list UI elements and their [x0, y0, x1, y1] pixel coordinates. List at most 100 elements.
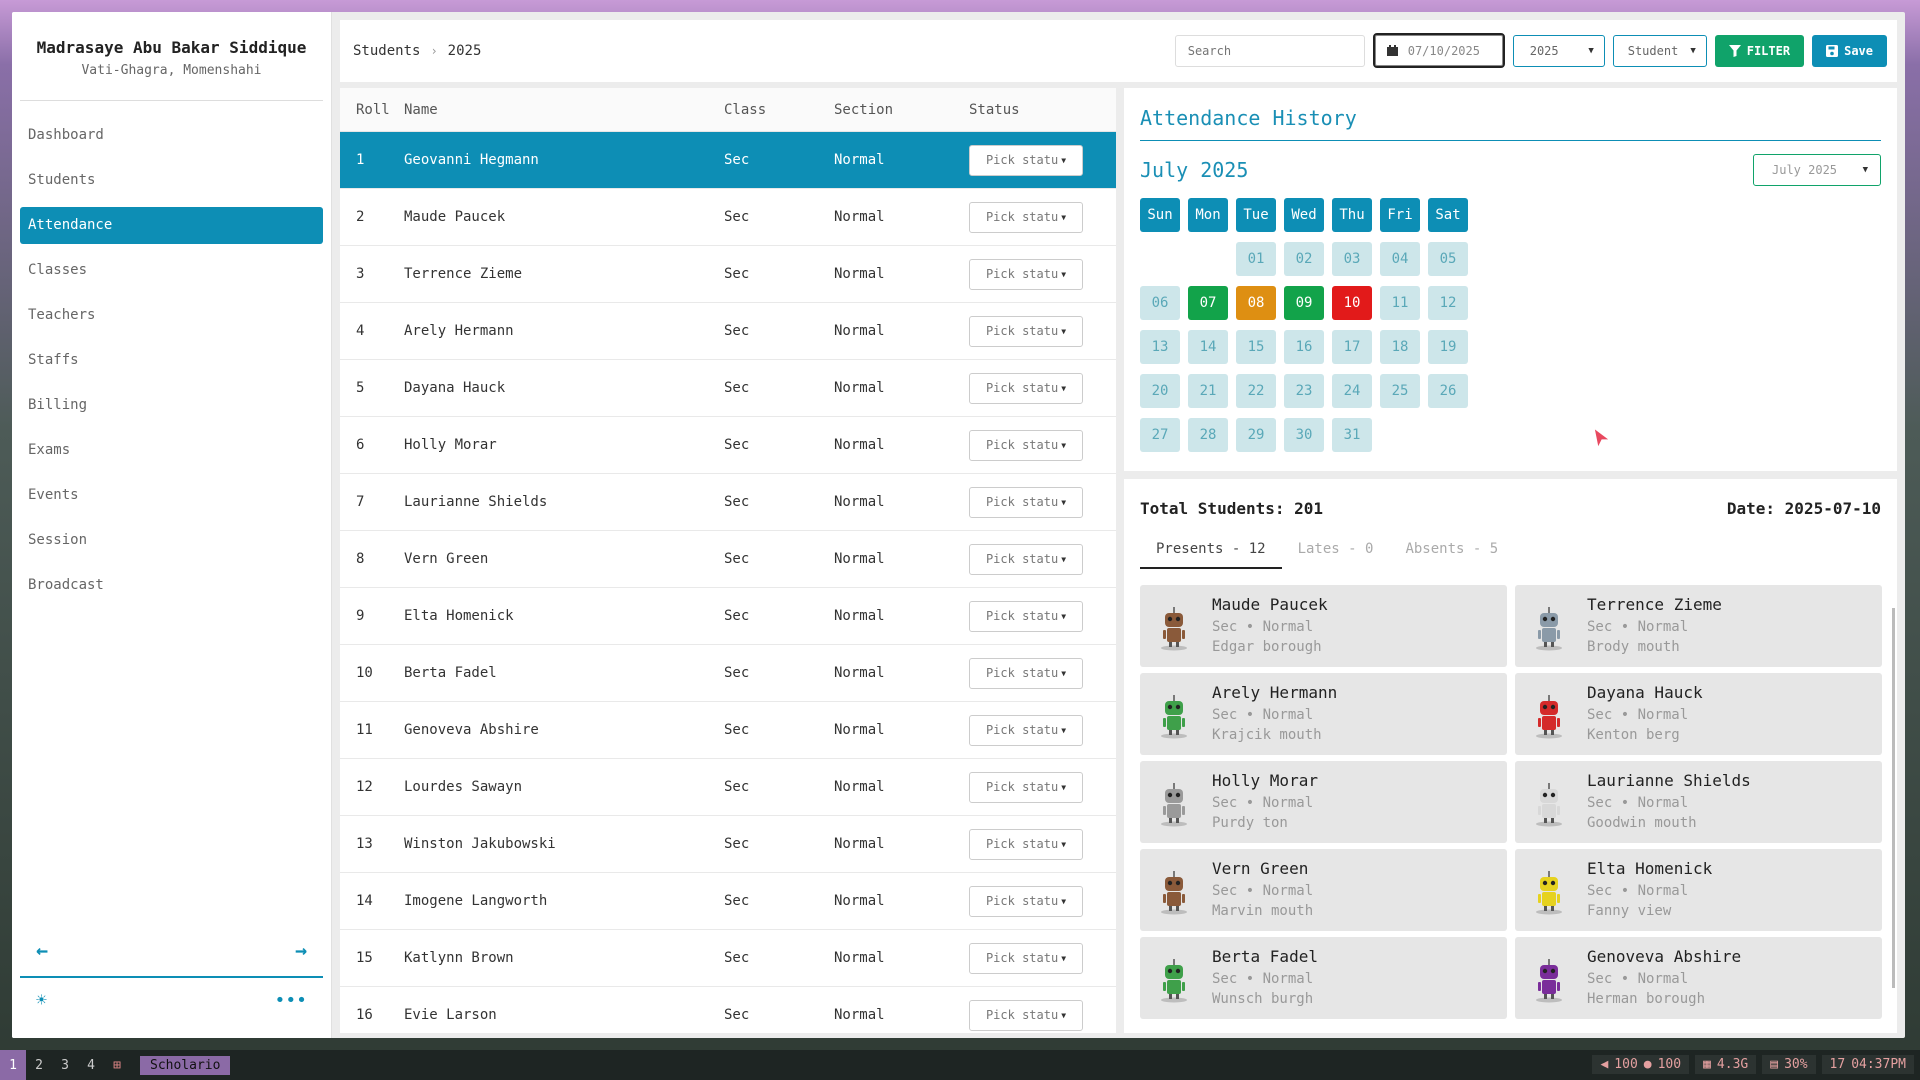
table-row[interactable]: 5 Dayana Hauck Sec Normal Pick statu ▼: [340, 360, 1116, 417]
calendar-day[interactable]: 05: [1428, 242, 1468, 276]
active-app-label[interactable]: Scholario: [140, 1055, 231, 1075]
save-button[interactable]: Save: [1812, 34, 1887, 67]
arrow-left-icon[interactable]: ←: [36, 938, 48, 962]
student-card[interactable]: Laurianne Shields Sec • Normal Goodwin mou…: [1515, 761, 1882, 843]
scrollbar[interactable]: [1892, 608, 1895, 988]
status-select[interactable]: Pick statu ▼: [969, 315, 1083, 347]
sidebar-item-events[interactable]: Events: [20, 477, 323, 514]
calendar-day[interactable]: 07: [1188, 286, 1228, 320]
sidebar-item-staffs[interactable]: Staffs: [20, 342, 323, 379]
calendar-day[interactable]: 11: [1380, 286, 1420, 320]
student-card[interactable]: Holly Morar Sec • Normal Purdy ton: [1140, 761, 1507, 843]
calendar-day[interactable]: 23: [1284, 374, 1324, 408]
status-select[interactable]: Pick statu ▼: [969, 600, 1083, 632]
status-select[interactable]: Pick statu ▼: [969, 258, 1083, 290]
calendar-day[interactable]: 01: [1236, 242, 1276, 276]
calendar-day[interactable]: 12: [1428, 286, 1468, 320]
student-card[interactable]: Dayana Hauck Sec • Normal Kenton berg: [1515, 673, 1882, 755]
status-select[interactable]: Pick statu ▼: [969, 942, 1083, 974]
student-card[interactable]: Elta Homenick Sec • Normal Fanny view: [1515, 849, 1882, 931]
workspace-3[interactable]: 3: [52, 1050, 78, 1080]
column-header-section[interactable]: Section: [834, 102, 969, 118]
column-header-name[interactable]: Name: [404, 102, 724, 118]
table-row[interactable]: 14 Imogene Langworth Sec Normal Pick statu ▼: [340, 873, 1116, 930]
calendar-day[interactable]: 29: [1236, 418, 1276, 452]
workspace-2[interactable]: 2: [26, 1050, 52, 1080]
search-input[interactable]: [1174, 34, 1365, 67]
table-row[interactable]: 16 Evie Larson Sec Normal Pick statu ▼: [340, 987, 1116, 1033]
sidebar-item-dashboard[interactable]: Dashboard: [20, 117, 323, 154]
calendar-day[interactable]: 20: [1140, 374, 1180, 408]
calendar-day[interactable]: 16: [1284, 330, 1324, 364]
filter-button[interactable]: FILTER: [1714, 34, 1805, 67]
calendar-day[interactable]: 19: [1428, 330, 1468, 364]
calendar-day[interactable]: 04: [1380, 242, 1420, 276]
status-select[interactable]: Pick statu ▼: [969, 885, 1083, 917]
table-row[interactable]: 3 Terrence Zieme Sec Normal Pick statu ▼: [340, 246, 1116, 303]
clock[interactable]: 17 04:37PM: [1821, 1055, 1914, 1074]
type-select[interactable]: Student ▼: [1612, 34, 1707, 67]
calendar-day[interactable]: 27: [1140, 418, 1180, 452]
calendar-day[interactable]: 28: [1188, 418, 1228, 452]
layout-grid-icon[interactable]: ⊞: [104, 1050, 130, 1080]
sidebar-item-exams[interactable]: Exams: [20, 432, 323, 469]
student-card[interactable]: Berta Fadel Sec • Normal Wunsch burgh: [1140, 937, 1507, 1019]
calendar-day[interactable]: 06: [1140, 286, 1180, 320]
sidebar-item-attendance[interactable]: Attendance: [20, 207, 323, 244]
table-row[interactable]: 9 Elta Homenick Sec Normal Pick statu ▼: [340, 588, 1116, 645]
calendar-day[interactable]: 21: [1188, 374, 1228, 408]
tab-absents[interactable]: Absents - 5: [1389, 541, 1514, 569]
more-icon[interactable]: •••: [274, 990, 307, 1011]
workspace-4[interactable]: 4: [78, 1050, 104, 1080]
student-card[interactable]: Arely Hermann Sec • Normal Krajcik mouth: [1140, 673, 1507, 755]
table-row[interactable]: 10 Berta Fadel Sec Normal Pick statu ▼: [340, 645, 1116, 702]
volume-indicator[interactable]: ◀ 100 ● 100: [1592, 1055, 1690, 1074]
calendar-day[interactable]: 18: [1380, 330, 1420, 364]
arrow-right-icon[interactable]: →: [295, 938, 307, 962]
tab-lates[interactable]: Lates - 0: [1282, 541, 1390, 569]
table-row[interactable]: 4 Arely Hermann Sec Normal Pick statu ▼: [340, 303, 1116, 360]
status-select[interactable]: Pick statu ▼: [969, 657, 1083, 689]
table-row[interactable]: 8 Vern Green Sec Normal Pick statu ▼: [340, 531, 1116, 588]
calendar-day[interactable]: 13: [1140, 330, 1180, 364]
column-header-status[interactable]: Status: [969, 102, 1116, 118]
table-row[interactable]: 13 Winston Jakubowski Sec Normal Pick statu ▼: [340, 816, 1116, 873]
calendar-day[interactable]: 24: [1332, 374, 1372, 408]
sidebar-item-classes[interactable]: Classes: [20, 252, 323, 289]
calendar-day[interactable]: 30: [1284, 418, 1324, 452]
year-select[interactable]: 2025 ▼: [1512, 34, 1605, 67]
status-select[interactable]: Pick statu ▼: [969, 429, 1083, 461]
status-select[interactable]: Pick statu ▼: [969, 201, 1083, 233]
month-select[interactable]: July 2025 ▼: [1753, 154, 1881, 186]
status-select[interactable]: Pick statu ▼: [969, 486, 1083, 518]
table-row[interactable]: 11 Genoveva Abshire Sec Normal Pick statu ▼: [340, 702, 1116, 759]
table-row[interactable]: 2 Maude Paucek Sec Normal Pick statu ▼: [340, 189, 1116, 246]
student-card[interactable]: Vern Green Sec • Normal Marvin mouth: [1140, 849, 1507, 931]
table-row[interactable]: 7 Laurianne Shields Sec Normal Pick statu ▼: [340, 474, 1116, 531]
calendar-day[interactable]: 17: [1332, 330, 1372, 364]
calendar-day[interactable]: 14: [1188, 330, 1228, 364]
student-card[interactable]: Terrence Zieme Sec • Normal Brody mouth: [1515, 585, 1882, 667]
date-picker[interactable]: 07/10/2025: [1372, 33, 1505, 68]
table-row[interactable]: 12 Lourdes Sawayn Sec Normal Pick statu ▼: [340, 759, 1116, 816]
status-select[interactable]: Pick statu ▼: [969, 714, 1083, 746]
sidebar-item-students[interactable]: Students: [20, 162, 323, 199]
sidebar-item-teachers[interactable]: Teachers: [20, 297, 323, 334]
workspace-1[interactable]: 1: [0, 1050, 26, 1080]
status-select[interactable]: Pick statu ▼: [969, 999, 1083, 1031]
table-row[interactable]: 15 Katlynn Brown Sec Normal Pick statu ▼: [340, 930, 1116, 987]
calendar-day[interactable]: 10: [1332, 286, 1372, 320]
status-select[interactable]: Pick statu ▼: [969, 543, 1083, 575]
table-row[interactable]: 1 Geovanni Hegmann Sec Normal Pick statu ▼: [340, 132, 1116, 189]
calendar-day[interactable]: 09: [1284, 286, 1324, 320]
calendar-day[interactable]: 02: [1284, 242, 1324, 276]
calendar-day[interactable]: 22: [1236, 374, 1276, 408]
calendar-day[interactable]: 31: [1332, 418, 1372, 452]
calendar-day[interactable]: 26: [1428, 374, 1468, 408]
table-row[interactable]: 6 Holly Morar Sec Normal Pick statu ▼: [340, 417, 1116, 474]
student-card[interactable]: Genoveva Abshire Sec • Normal Herman borou…: [1515, 937, 1882, 1019]
calendar-day[interactable]: 03: [1332, 242, 1372, 276]
status-select[interactable]: Pick statu ▼: [969, 144, 1083, 176]
calendar-day[interactable]: 15: [1236, 330, 1276, 364]
column-header-roll[interactable]: Roll: [340, 102, 404, 118]
